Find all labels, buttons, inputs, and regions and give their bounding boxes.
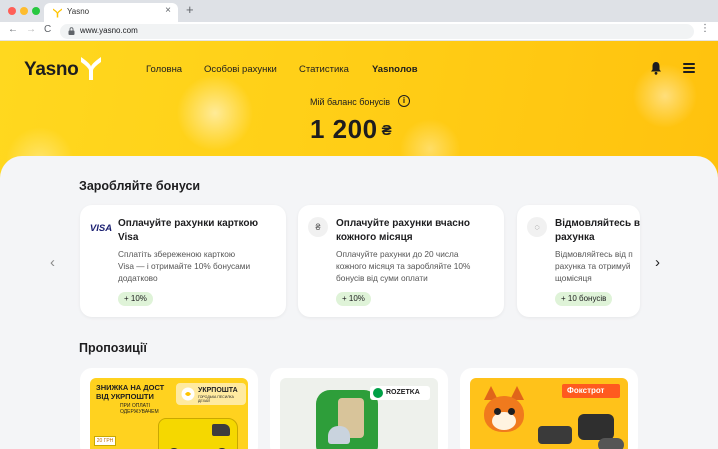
currency-sign: ₴ — [381, 122, 393, 139]
earn-bonuses-title: Заробляйте бонуси — [79, 179, 201, 193]
balance-label: Мій баланс бонусів — [310, 97, 391, 107]
gadget-device — [578, 414, 614, 440]
rozetka-smile-icon — [373, 388, 383, 398]
rozetka-logo: ROZETKA — [370, 386, 430, 400]
nav-item-accounts[interactable]: Особові рахунки — [204, 64, 277, 75]
offer-headline: ЗНИЖКА НА ДОСТ ВІД УКРПОШТИ — [96, 383, 165, 401]
offer-card-ukrposhta[interactable]: ЗНИЖКА НА ДОСТ ВІД УКРПОШТИ ПРИ ОПЛАТІ О… — [80, 368, 258, 449]
payment-hand-icon: ₴ — [308, 217, 328, 237]
ukrposhta-logo: УКРПОШТА ГОРОДЬКА ПЕСИЛКА ДЕХАЙ — [176, 383, 246, 405]
rozetka-brand: ROZETKA — [386, 389, 420, 396]
bonus-badge: + 10 бонусів — [555, 292, 613, 306]
tab-strip: Yasno × + — [0, 0, 718, 22]
card-title: Оплачуйте рахунки вчасно кожного місяця — [336, 218, 470, 243]
knit-hat — [328, 426, 350, 444]
ukrposhta-horn-icon — [181, 387, 195, 401]
browser-window: Yasno × + ← → C www.yasno.com ⋮ Yasno Го… — [0, 0, 718, 449]
card-description: Оплачуйте рахунки до 20 числа кожного мі… — [336, 249, 471, 283]
bell-icon[interactable] — [650, 61, 662, 75]
balance-amount: 1 200 — [310, 114, 378, 144]
url-text: www.yasno.com — [80, 26, 138, 35]
bonus-card-visa[interactable]: VISA Оплачуйте рахунки карткою Visa Спла… — [80, 205, 286, 317]
tab-close-icon[interactable]: × — [165, 5, 171, 16]
logo-text: Yasno — [24, 59, 79, 80]
ukrposhta-tagline: ГОРОДЬКА ПЕСИЛКА ДЕХАЙ — [198, 395, 234, 403]
close-window-button[interactable] — [8, 7, 16, 15]
card-description: Відмовляйтесь від п рахунка та отримуй щ… — [555, 249, 633, 283]
offer-image: ROZETKA — [280, 378, 438, 449]
bonus-badge: + 10% — [336, 292, 371, 306]
maximize-window-button[interactable] — [32, 7, 40, 15]
forward-icon[interactable]: → — [26, 24, 36, 35]
nav-item-statistics[interactable]: Статистика — [299, 64, 349, 75]
content-panel: Заробляйте бонуси ‹ › VISA Оплачуйте рах… — [0, 156, 718, 449]
bonus-card-on-time[interactable]: ₴ Оплачуйте рахунки вчасно кожного місяц… — [298, 205, 504, 317]
lock-icon — [68, 27, 75, 35]
gadget-device — [538, 426, 572, 444]
balance-value: 1 200 ₴ — [310, 114, 392, 145]
browser-tab[interactable]: Yasno × — [44, 3, 178, 22]
foxtrot-logo: Фокстрот — [562, 384, 620, 398]
van-window — [212, 424, 230, 436]
coupon-label: 20 ГРН — [94, 436, 116, 446]
offer-card-rozetka[interactable]: ROZETKA — [270, 368, 448, 449]
ukrposhta-brand: УКРПОШТА — [198, 387, 238, 394]
offer-image: Фокстрот — [470, 378, 628, 449]
nav-item-yasnolov[interactable]: Yasnoлов — [372, 64, 418, 75]
visa-icon: VISA — [89, 223, 113, 234]
minimize-window-button[interactable] — [20, 7, 28, 15]
carousel-next-icon[interactable]: › — [655, 254, 660, 271]
back-icon[interactable]: ← — [8, 24, 18, 35]
fox-eye — [508, 408, 515, 415]
new-tab-button[interactable]: + — [186, 2, 194, 17]
card-title: Відмовляйтесь від рахунка — [555, 218, 640, 243]
yasno-favicon-icon — [53, 8, 62, 18]
browser-menu-icon[interactable]: ⋮ — [700, 23, 710, 34]
offers-title: Пропозиції — [79, 341, 147, 355]
bonus-badge: + 10% — [118, 292, 153, 306]
gadget-device — [598, 438, 624, 449]
nav-item-home[interactable]: Головна — [146, 64, 182, 75]
tab-title: Yasno — [67, 7, 90, 16]
card-title: Оплачуйте рахунки карткою Visa — [118, 218, 259, 243]
reload-icon[interactable]: C — [44, 24, 51, 35]
bonus-card-paperless[interactable]: ◌ Відмовляйтесь від рахунка Відмовляйтес… — [517, 205, 640, 317]
hamburger-icon[interactable] — [683, 63, 695, 73]
yasno-logo-mark-icon — [81, 57, 101, 80]
foxtrot-brand: Фокстрот — [567, 386, 605, 395]
offer-subline: ПРИ ОПЛАТІ ОДЕРЖУВАЧЕМ — [120, 403, 159, 415]
address-bar[interactable]: www.yasno.com — [60, 24, 694, 39]
offer-card-foxtrot[interactable]: Фокстрот — [460, 368, 638, 449]
address-toolbar: ← → C www.yasno.com ⋮ — [0, 22, 718, 41]
offer-image: ЗНИЖКА НА ДОСТ ВІД УКРПОШТИ ПРИ ОПЛАТІ О… — [90, 378, 248, 449]
lightbulb-icon: ◌ — [527, 217, 547, 237]
card-description: Сплатіть збереженою карткою Visa — і отр… — [118, 249, 251, 283]
info-icon[interactable]: i — [398, 95, 410, 107]
fox-eye — [494, 408, 501, 415]
carousel-prev-icon[interactable]: ‹ — [50, 254, 55, 271]
